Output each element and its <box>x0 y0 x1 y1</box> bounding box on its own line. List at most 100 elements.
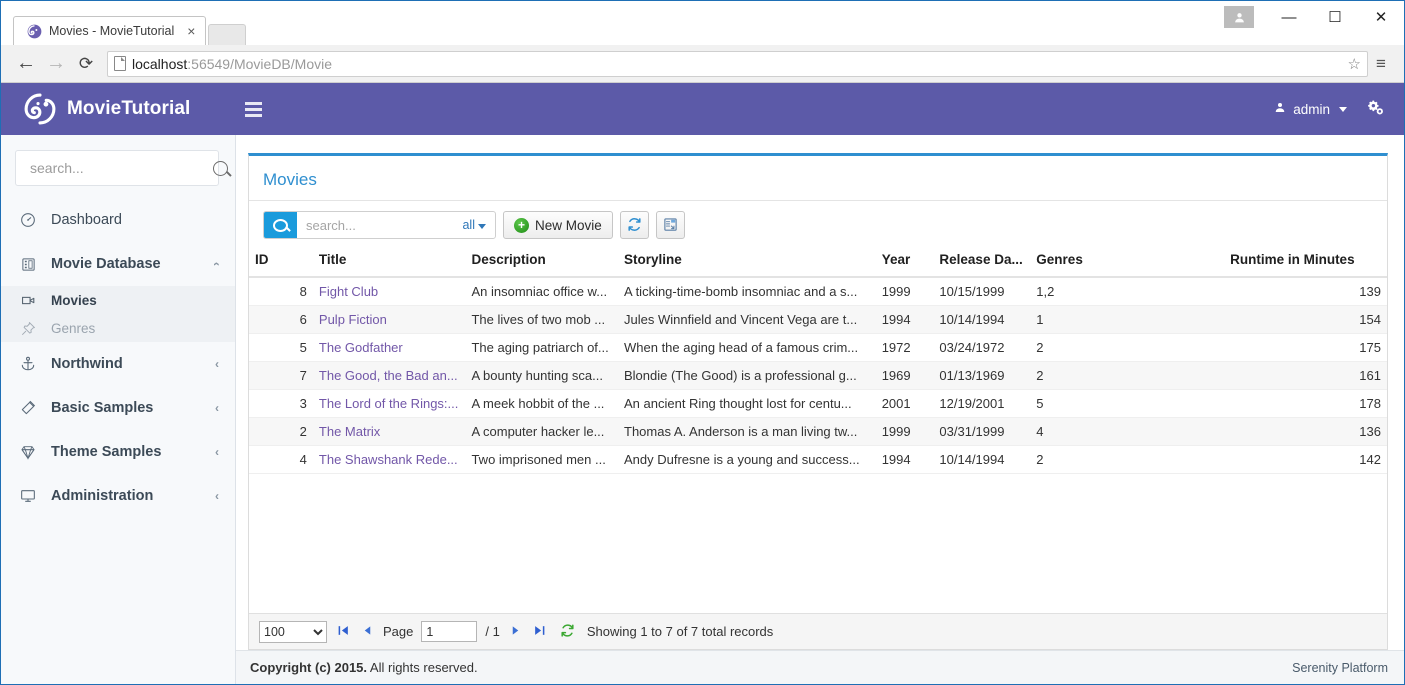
movie-link[interactable]: The Lord of the Rings:... <box>319 396 458 411</box>
cell-genres: 4 <box>1030 418 1224 446</box>
table-row[interactable]: 2 The Matrix A computer hacker le... Tho… <box>249 418 1387 446</box>
movie-link[interactable]: The Matrix <box>319 424 380 439</box>
search-icon[interactable] <box>264 211 297 239</box>
address-bar[interactable]: localhost:56549/MovieDB/Movie ☆ <box>107 51 1368 77</box>
movie-link[interactable]: The Good, the Bad an... <box>319 368 458 383</box>
cell-release-date: 01/13/1969 <box>933 362 1030 390</box>
cell-storyline: A ticking-time-bomb insomniac and a s... <box>618 277 876 306</box>
sidebar-search-input[interactable] <box>28 159 213 177</box>
movie-link[interactable]: The Shawshank Rede... <box>319 452 458 467</box>
sidebar-item-theme-samples[interactable]: Theme Samples ‹ <box>1 430 235 474</box>
table-row[interactable]: 7 The Good, the Bad an... A bounty hunti… <box>249 362 1387 390</box>
cell-title[interactable]: The Matrix <box>313 418 466 446</box>
sidebar-item-label: Movie Database <box>51 256 161 272</box>
column-header-year[interactable]: Year <box>876 247 934 277</box>
tab-close-icon[interactable]: × <box>187 24 195 38</box>
dashboard-icon <box>19 212 37 228</box>
gem-icon <box>19 444 37 460</box>
table-row[interactable]: 5 The Godfather The aging patriarch of..… <box>249 334 1387 362</box>
footer-sidebar-spacer <box>1 650 236 684</box>
column-header-release-date[interactable]: Release Da... <box>933 247 1030 277</box>
table-row[interactable]: 4 The Shawshank Rede... Two imprisoned m… <box>249 446 1387 474</box>
movie-link[interactable]: Fight Club <box>319 284 378 299</box>
page-size-select[interactable]: 100 <box>259 621 327 643</box>
brand[interactable]: MovieTutorial <box>1 83 236 135</box>
anchor-icon <box>19 356 37 372</box>
column-header-storyline[interactable]: Storyline <box>618 247 876 277</box>
movie-link[interactable]: Pulp Fiction <box>319 312 387 327</box>
sidebar-item-northwind[interactable]: Northwind ‹ <box>1 342 235 386</box>
grid-toolbar: all + New Movie <box>249 201 1387 247</box>
page-number-input[interactable] <box>421 621 477 642</box>
sidebar-toggle-icon[interactable] <box>242 92 276 126</box>
table-body: 8 Fight Club An insomniac office w... A … <box>249 277 1387 474</box>
sidebar-submenu-list: Movies Genres <box>1 286 235 342</box>
sidebar-item-genres[interactable]: Genres <box>1 314 235 342</box>
cell-runtime: 139 <box>1224 277 1387 306</box>
search-icon[interactable] <box>213 161 228 176</box>
column-picker-button[interactable] <box>656 211 685 239</box>
prev-page-icon[interactable] <box>360 624 375 639</box>
new-movie-button[interactable]: + New Movie <box>503 211 613 239</box>
new-tab-button[interactable] <box>208 24 246 45</box>
sidebar-item-basic-samples[interactable]: Basic Samples ‹ <box>1 386 235 430</box>
cell-title[interactable]: The Lord of the Rings:... <box>313 390 466 418</box>
cell-storyline: Blondie (The Good) is a professional g..… <box>618 362 876 390</box>
cell-runtime: 175 <box>1224 334 1387 362</box>
sidebar-search[interactable] <box>15 150 219 186</box>
cell-year: 1994 <box>876 306 934 334</box>
quick-search-input[interactable] <box>297 212 462 238</box>
maximize-button[interactable]: ☐ <box>1312 2 1358 32</box>
column-header-description[interactable]: Description <box>465 247 618 277</box>
spiral-logo-icon <box>26 23 42 39</box>
sidebar-item-administration[interactable]: Administration ‹ <box>1 474 235 518</box>
movies-panel: Movies all + New Movie <box>248 153 1388 650</box>
column-header-runtime[interactable]: Runtime in Minutes <box>1224 247 1387 277</box>
browser-tab[interactable]: Movies - MovieTutorial × <box>13 16 206 45</box>
columns-icon <box>663 217 678 234</box>
sidebar-item-movies[interactable]: Movies <box>1 286 235 314</box>
cell-title[interactable]: Fight Club <box>313 277 466 306</box>
user-icon <box>1274 101 1286 117</box>
gears-icon[interactable] <box>1367 99 1384 119</box>
cell-description: An insomniac office w... <box>465 277 618 306</box>
address-text: localhost:56549/MovieDB/Movie <box>132 56 332 72</box>
minimize-button[interactable]: — <box>1266 2 1312 32</box>
refresh-icon[interactable] <box>560 623 575 641</box>
user-menu[interactable]: admin <box>1274 101 1347 117</box>
cell-runtime: 178 <box>1224 390 1387 418</box>
column-header-id[interactable]: ID <box>249 247 313 277</box>
table-row[interactable]: 8 Fight Club An insomniac office w... A … <box>249 277 1387 306</box>
browser-toolbar: ← → ⟳ localhost:56549/MovieDB/Movie ☆ ≡ <box>1 45 1404 83</box>
table-row[interactable]: 3 The Lord of the Rings:... A meek hobbi… <box>249 390 1387 418</box>
first-page-icon[interactable] <box>335 624 352 639</box>
cell-title[interactable]: The Godfather <box>313 334 466 362</box>
bookmark-star-icon[interactable]: ☆ <box>1348 55 1361 73</box>
refresh-button[interactable] <box>620 211 649 239</box>
sidebar-item-dashboard[interactable]: Dashboard <box>1 198 235 242</box>
cell-description: The lives of two mob ... <box>465 306 618 334</box>
last-page-icon[interactable] <box>531 624 548 639</box>
back-icon[interactable]: ← <box>11 49 41 79</box>
sidebar-item-movie-database[interactable]: Movie Database ‹ <box>1 242 235 286</box>
cell-storyline: Jules Winnfield and Vincent Vega are t..… <box>618 306 876 334</box>
search-field-selector[interactable]: all <box>462 218 495 232</box>
cell-title[interactable]: The Shawshank Rede... <box>313 446 466 474</box>
reload-icon[interactable]: ⟳ <box>71 49 101 79</box>
table-row[interactable]: 6 Pulp Fiction The lives of two mob ... … <box>249 306 1387 334</box>
column-header-genres[interactable]: Genres <box>1030 247 1224 277</box>
tab-strip: Movies - MovieTutorial × <box>1 1 246 45</box>
copyright-rest: All rights reserved. <box>367 660 478 675</box>
quick-search[interactable]: all <box>263 211 496 239</box>
search-field-label: all <box>462 218 475 232</box>
column-header-title[interactable]: Title <box>313 247 466 277</box>
account-icon[interactable] <box>1224 6 1254 28</box>
cell-title[interactable]: Pulp Fiction <box>313 306 466 334</box>
forward-icon[interactable]: → <box>41 49 71 79</box>
next-page-icon[interactable] <box>508 624 523 639</box>
browser-menu-icon[interactable]: ≡ <box>1368 54 1394 74</box>
cell-description: The aging patriarch of... <box>465 334 618 362</box>
close-window-button[interactable]: ✕ <box>1358 2 1404 32</box>
cell-title[interactable]: The Good, the Bad an... <box>313 362 466 390</box>
movie-link[interactable]: The Godfather <box>319 340 403 355</box>
